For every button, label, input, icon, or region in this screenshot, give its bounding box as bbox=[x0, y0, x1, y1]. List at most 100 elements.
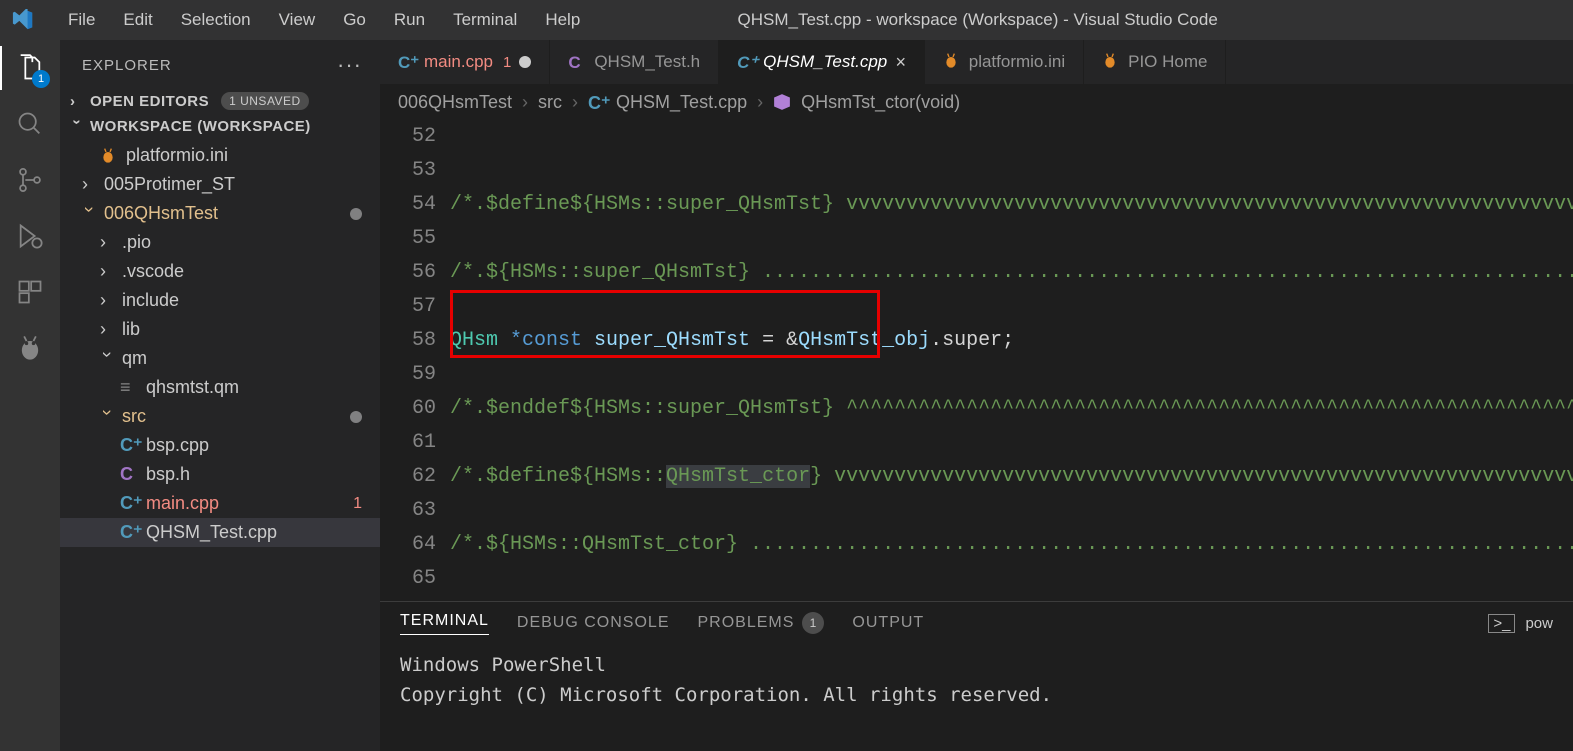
tree-file-qhsmtestcpp[interactable]: C⁺ QHSM_Test.cpp bbox=[60, 518, 380, 547]
cpp-icon: C⁺ bbox=[120, 493, 138, 514]
modified-dot-icon bbox=[350, 208, 362, 220]
code-token: QHsmTst_ctor bbox=[666, 465, 810, 488]
tab-label: PIO Home bbox=[1128, 52, 1207, 72]
window-title: QHSM_Test.cpp - workspace (Workspace) - … bbox=[394, 10, 1561, 30]
tree-label: .vscode bbox=[122, 261, 184, 282]
editor-tabs: C⁺ main.cpp 1 C QHSM_Test.h C⁺ QHSM_Test… bbox=[380, 40, 1573, 84]
code-token: = & bbox=[750, 329, 798, 352]
workspace-section[interactable]: › WORKSPACE (WORKSPACE) bbox=[60, 114, 380, 139]
activitybar: 1 bbox=[0, 40, 60, 751]
breadcrumb-symbol[interactable]: QHsmTst_ctor(void) bbox=[801, 92, 960, 113]
tree-file-maincpp[interactable]: C⁺ main.cpp 1 bbox=[60, 489, 380, 518]
tree-folder-005[interactable]: › 005Protimer_ST bbox=[60, 170, 380, 199]
tree-label: bsp.h bbox=[146, 464, 190, 485]
tree-label: src bbox=[122, 406, 146, 427]
tree-file-qhsmtstqm[interactable]: ≡ qhsmtst.qm bbox=[60, 373, 380, 402]
tree-folder-include[interactable]: › include bbox=[60, 286, 380, 315]
bottom-panel: TERMINAL DEBUG CONSOLE PROBLEMS 1 OUTPUT… bbox=[380, 601, 1573, 751]
panel-tab-terminal[interactable]: TERMINAL bbox=[400, 612, 489, 635]
symbol-function-icon bbox=[773, 93, 791, 111]
tree-file-bspcpp[interactable]: C⁺ bsp.cpp bbox=[60, 431, 380, 460]
cpp-icon: C⁺ bbox=[737, 53, 755, 71]
sidebar-more-icon[interactable]: ··· bbox=[337, 52, 362, 78]
cpp-icon: C⁺ bbox=[588, 93, 606, 111]
sidebar-title: EXPLORER bbox=[82, 57, 172, 74]
tree-file-bsph[interactable]: C bsp.h bbox=[60, 460, 380, 489]
code-line: /*.${HSMs::QHsmTst_ctor} ...............… bbox=[450, 533, 1573, 556]
menu-go[interactable]: Go bbox=[329, 4, 380, 36]
activity-extensions[interactable] bbox=[14, 276, 46, 308]
chevron-right-icon: › bbox=[572, 92, 578, 113]
activity-explorer[interactable]: 1 bbox=[14, 52, 46, 84]
tab-error-count: 1 bbox=[503, 54, 511, 71]
problems-badge: 1 bbox=[802, 612, 824, 634]
tree-folder-006[interactable]: › 006QHsmTest bbox=[60, 199, 380, 228]
terminal-shell-icon[interactable]: >_ bbox=[1488, 614, 1515, 633]
close-icon[interactable]: × bbox=[895, 52, 906, 73]
activity-run-debug[interactable] bbox=[14, 220, 46, 252]
panel-tab-output[interactable]: OUTPUT bbox=[852, 614, 924, 632]
code-line: /*.$enddef${HSMs::super_QHsmTst} ^^^^^^^… bbox=[450, 397, 1573, 420]
titlebar: File Edit Selection View Go Run Terminal… bbox=[0, 0, 1573, 40]
chevron-down-icon: › bbox=[79, 207, 100, 221]
tab-qhsmtestcpp[interactable]: C⁺ QHSM_Test.cpp × bbox=[719, 40, 925, 84]
panel-tab-debug[interactable]: DEBUG CONSOLE bbox=[517, 614, 670, 632]
tree-label: QHSM_Test.cpp bbox=[146, 522, 277, 543]
chevron-down-icon: › bbox=[69, 120, 86, 134]
vscode-logo-icon bbox=[12, 9, 34, 31]
terminal-output[interactable]: Windows PowerShell Copyright (C) Microso… bbox=[380, 644, 1573, 716]
file-tree: platformio.ini › 005Protimer_ST › 006QHs… bbox=[60, 139, 380, 751]
tree-label: .pio bbox=[122, 232, 151, 253]
tree-folder-lib[interactable]: › lib bbox=[60, 315, 380, 344]
chevron-right-icon: › bbox=[522, 92, 528, 113]
code-editor[interactable]: 52535455 56575859 60616263 6465 /*.$defi… bbox=[380, 120, 1573, 601]
breadcrumb-folder[interactable]: 006QHsmTest bbox=[398, 92, 512, 113]
activity-platformio[interactable] bbox=[14, 332, 46, 364]
tree-label: lib bbox=[122, 319, 140, 340]
tree-folder-src[interactable]: › src bbox=[60, 402, 380, 431]
dirty-dot-icon bbox=[519, 56, 531, 68]
file-icon: ≡ bbox=[120, 377, 138, 398]
activity-search[interactable] bbox=[14, 108, 46, 140]
workspace-label: WORKSPACE (WORKSPACE) bbox=[90, 118, 311, 135]
tab-maincpp[interactable]: C⁺ main.cpp 1 bbox=[380, 40, 550, 84]
unsaved-badge: 1 UNSAVED bbox=[221, 92, 309, 110]
menu-view[interactable]: View bbox=[265, 4, 330, 36]
tree-label: qm bbox=[122, 348, 147, 369]
chevron-right-icon: › bbox=[70, 93, 84, 110]
breadcrumb-file[interactable]: QHSM_Test.cpp bbox=[616, 92, 747, 113]
cpp-icon: C⁺ bbox=[398, 53, 416, 71]
terminal-line: Windows PowerShell bbox=[400, 650, 1553, 680]
open-editors-section[interactable]: › OPEN EDITORS 1 UNSAVED bbox=[60, 88, 380, 114]
sidebar-explorer: EXPLORER ··· › OPEN EDITORS 1 UNSAVED › … bbox=[60, 40, 380, 751]
tree-folder-pio[interactable]: › .pio bbox=[60, 228, 380, 257]
breadcrumbs[interactable]: 006QHsmTest › src › C⁺ QHSM_Test.cpp › Q… bbox=[380, 84, 1573, 120]
cpp-icon: C⁺ bbox=[120, 435, 138, 456]
panel-tab-problems[interactable]: PROBLEMS 1 bbox=[698, 612, 825, 634]
activity-source-control[interactable] bbox=[14, 164, 46, 196]
tree-folder-vscode[interactable]: › .vscode bbox=[60, 257, 380, 286]
terminal-line: Copyright (C) Microsoft Corporation. All… bbox=[400, 680, 1553, 710]
menu-selection[interactable]: Selection bbox=[167, 4, 265, 36]
tree-label: 005Protimer_ST bbox=[104, 174, 235, 195]
platformio-icon bbox=[943, 53, 961, 71]
tab-platformio[interactable]: platformio.ini bbox=[925, 40, 1084, 84]
menu-file[interactable]: File bbox=[54, 4, 109, 36]
tab-label: QHSM_Test.cpp bbox=[763, 52, 887, 72]
tree-label: main.cpp bbox=[146, 493, 219, 514]
code-content[interactable]: /*.$define${HSMs::super_QHsmTst} vvvvvvv… bbox=[450, 120, 1573, 601]
explorer-badge: 1 bbox=[32, 70, 50, 88]
tab-qhsmtesth[interactable]: C QHSM_Test.h bbox=[550, 40, 719, 84]
modified-dot-icon bbox=[350, 411, 362, 423]
tab-label: main.cpp bbox=[424, 52, 493, 72]
tree-folder-qm[interactable]: › qm bbox=[60, 344, 380, 373]
terminal-shell-label[interactable]: pow bbox=[1525, 615, 1553, 632]
tab-piohome[interactable]: PIO Home bbox=[1084, 40, 1226, 84]
breadcrumb-subfolder[interactable]: src bbox=[538, 92, 562, 113]
tree-file-platformio[interactable]: platformio.ini bbox=[60, 141, 380, 170]
line-gutter: 52535455 56575859 60616263 6465 bbox=[380, 120, 450, 601]
chevron-right-icon: › bbox=[100, 232, 114, 253]
menu-edit[interactable]: Edit bbox=[109, 4, 166, 36]
code-token: QHsmTst_obj bbox=[798, 329, 930, 352]
chevron-right-icon: › bbox=[100, 319, 114, 340]
